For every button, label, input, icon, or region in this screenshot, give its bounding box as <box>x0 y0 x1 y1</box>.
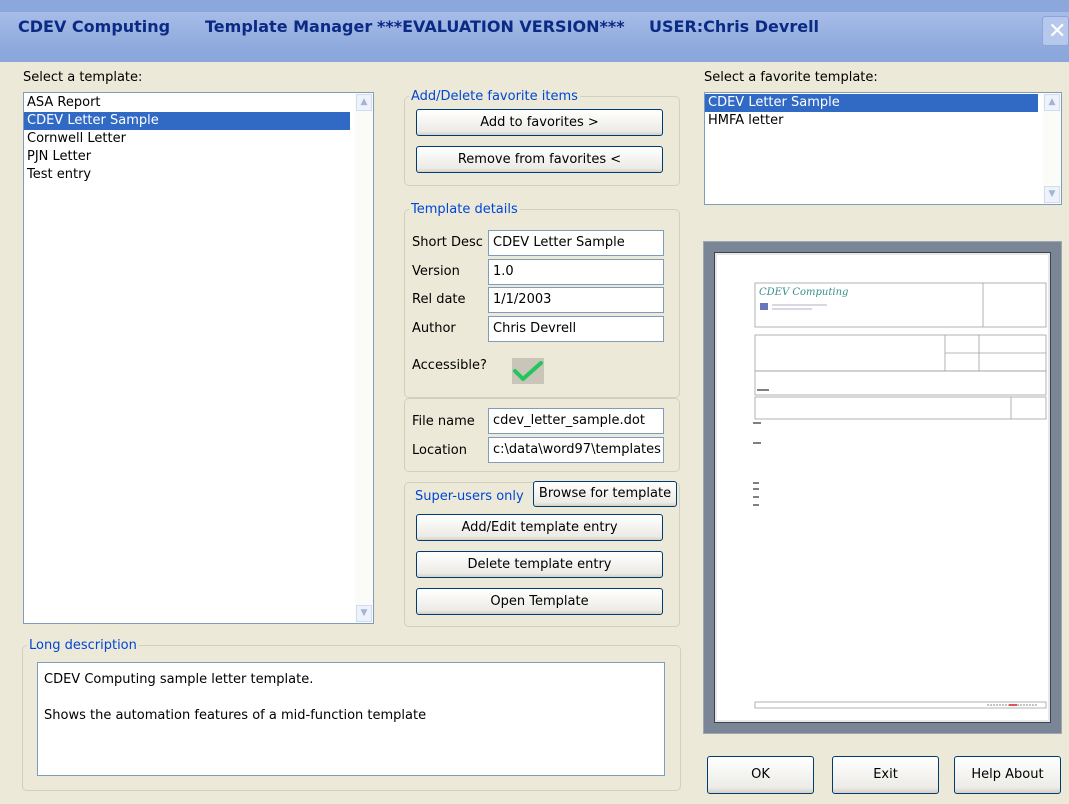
remove-from-favorites-button[interactable]: Remove from favorites < <box>416 146 663 173</box>
browse-for-template-label: Browse for template <box>538 486 672 501</box>
close-button[interactable]: ✕ <box>1042 16 1069 46</box>
location-label: Location <box>412 443 467 458</box>
template-item-selected[interactable]: CDEV Letter Sample <box>24 112 350 130</box>
favorite-list[interactable]: CDEV Letter Sample HMFA letter ▲ ▼ <box>704 92 1062 205</box>
template-details-legend: Template details <box>411 202 518 217</box>
author-field[interactable]: Chris Devrell <box>488 316 664 342</box>
add-edit-template-button[interactable]: Add/Edit template entry <box>416 514 663 541</box>
remove-from-favorites-label: Remove from favorites < <box>457 152 622 167</box>
checkmark-icon <box>513 361 543 381</box>
template-list-label: Select a template: <box>23 70 143 85</box>
location-field[interactable]: c:\data\word97\templates <box>488 437 664 463</box>
template-item[interactable]: Cornwell Letter <box>24 130 350 148</box>
template-item[interactable]: Test entry <box>24 166 350 184</box>
add-edit-template-label: Add/Edit template entry <box>461 520 618 535</box>
file-name-field[interactable]: cdev_letter_sample.dot <box>488 408 664 434</box>
scroll-down-icon[interactable]: ▼ <box>356 605 372 622</box>
preview-logo-text: CDEV Computing <box>759 287 848 298</box>
favorite-list-scrollbar[interactable]: ▲ ▼ <box>1043 93 1061 204</box>
long-description-legend: Long description <box>29 638 137 653</box>
template-item[interactable]: PJN Letter <box>24 148 350 166</box>
preview-page: CDEV Computing <box>717 255 1048 720</box>
open-template-label: Open Template <box>490 594 589 609</box>
accessible-label: Accessible? <box>412 358 487 373</box>
favorite-item[interactable]: HMFA letter <box>705 112 1038 130</box>
help-about-button[interactable]: Help About <box>954 756 1061 794</box>
scroll-up-icon[interactable]: ▲ <box>356 94 372 111</box>
long-description-box[interactable]: CDEV Computing sample letter template. S… <box>37 662 665 776</box>
template-list-scrollbar[interactable]: ▲ ▼ <box>355 93 373 623</box>
template-item[interactable]: ASA Report <box>24 94 350 112</box>
version-label: Version <box>412 264 460 279</box>
rel-date-field[interactable]: 1/1/2003 <box>488 287 664 313</box>
browse-for-template-button[interactable]: Browse for template <box>533 481 677 507</box>
open-template-button[interactable]: Open Template <box>416 588 663 615</box>
title-app-name: Template Manager <box>205 17 373 36</box>
title-user: USER:Chris Devrell <box>649 17 820 36</box>
add-to-favorites-button[interactable]: Add to favorites > <box>416 109 663 136</box>
scroll-up-icon[interactable]: ▲ <box>1044 94 1060 111</box>
exit-button[interactable]: Exit <box>832 756 939 794</box>
ok-label: OK <box>751 767 770 782</box>
template-list[interactable]: ASA Report CDEV Letter Sample Cornwell L… <box>23 92 374 624</box>
long-description-line: CDEV Computing sample letter template. <box>44 672 314 687</box>
favorite-list-label: Select a favorite template: <box>704 70 878 85</box>
ok-button[interactable]: OK <box>707 756 814 794</box>
short-desc-label: Short Desc <box>412 235 483 250</box>
delete-template-button[interactable]: Delete template entry <box>416 551 663 578</box>
template-preview: CDEV Computing <box>703 241 1062 734</box>
scroll-down-icon[interactable]: ▼ <box>1044 186 1060 203</box>
short-desc-field[interactable]: CDEV Letter Sample <box>488 230 664 256</box>
title-company: CDEV Computing <box>18 17 171 36</box>
version-field[interactable]: 1.0 <box>488 259 664 285</box>
title-bar: CDEV Computing Template Manager ***EVALU… <box>0 0 1069 62</box>
preview-document-image: CDEV Computing <box>753 282 1047 709</box>
rel-date-label: Rel date <box>412 292 466 307</box>
add-to-favorites-label: Add to favorites > <box>480 115 599 130</box>
title-edition: ***EVALUATION VERSION*** <box>377 17 625 36</box>
accessible-checkbox[interactable] <box>512 358 544 384</box>
help-about-label: Help About <box>971 767 1044 782</box>
file-name-label: File name <box>412 414 475 429</box>
close-icon: ✕ <box>1048 19 1067 44</box>
favorites-group-legend: Add/Delete favorite items <box>411 89 578 104</box>
delete-template-label: Delete template entry <box>467 557 612 572</box>
exit-label: Exit <box>873 767 898 782</box>
favorite-item-selected[interactable]: CDEV Letter Sample <box>705 94 1038 112</box>
author-label: Author <box>412 321 456 336</box>
superusers-legend: Super-users only <box>413 489 526 504</box>
long-description-line: Shows the automation features of a mid-f… <box>44 708 427 723</box>
